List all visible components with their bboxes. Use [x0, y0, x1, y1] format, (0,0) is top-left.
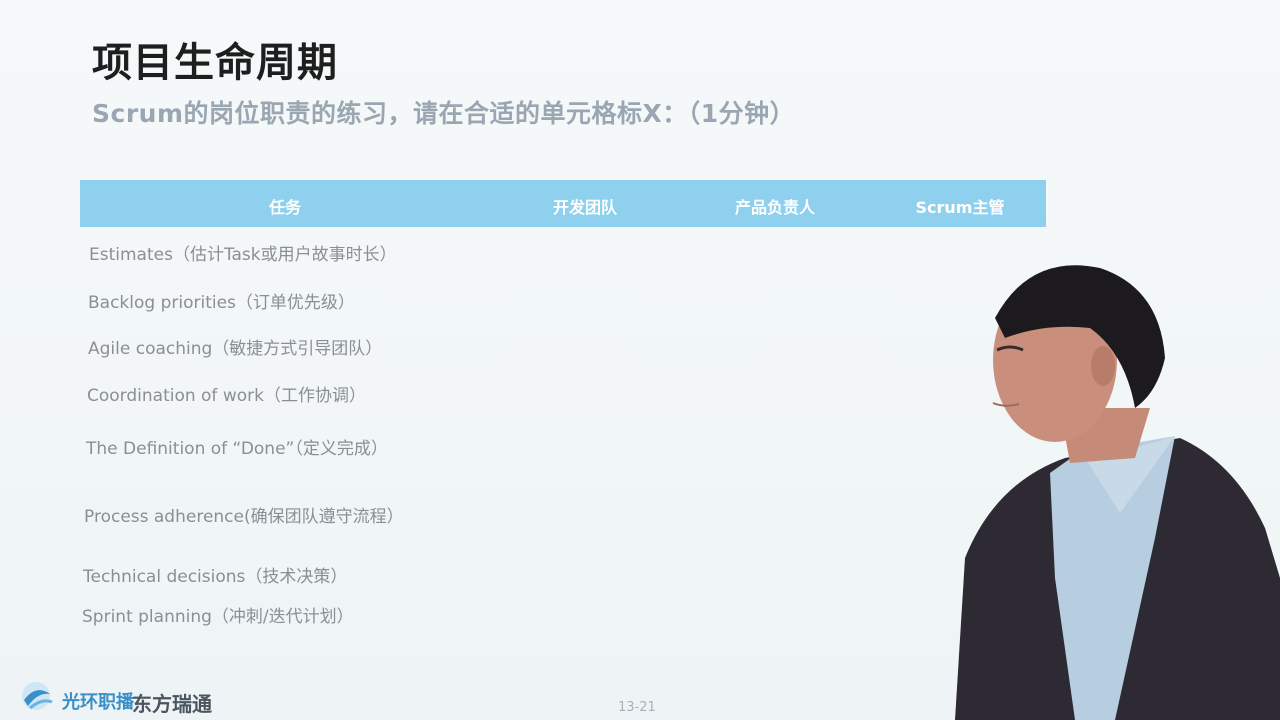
logo-text-right: 东方瑞通 [132, 692, 212, 716]
page-number: 13-21 [618, 700, 656, 715]
task-row-definition-done: The Definition of “Done”（定义完成） [86, 439, 388, 459]
task-row-backlog: Backlog priorities（订单优先级） [88, 293, 355, 313]
task-row-technical: Technical decisions（技术决策） [83, 567, 348, 587]
header-task: 任务 [268, 198, 301, 217]
company-logo-icon [22, 682, 53, 710]
task-row-sprint: Sprint planning（冲刺/迭代计划） [82, 607, 354, 627]
slide-subtitle: Scrum的岗位职责的练习，请在合适的单元格标X：（1分钟） [92, 99, 796, 128]
header-scrum-master: Scrum主管 [915, 198, 1005, 217]
task-row-coaching: Agile coaching（敏捷方式引导团队） [88, 339, 383, 359]
slide: 项目生命周期 Scrum的岗位职责的练习，请在合适的单元格标X：（1分钟） 任务… [0, 0, 1280, 720]
task-row-process: Process adherence(确保团队遵守流程） [84, 507, 404, 527]
header-dev-team: 开发团队 [552, 198, 617, 217]
task-row-estimates: Estimates（估计Task或用户故事时长） [89, 245, 397, 265]
table-header: 任务 开发团队 产品负责人 Scrum主管 [80, 180, 1046, 227]
task-row-coordination: Coordination of work（工作协调） [87, 386, 366, 406]
slide-title: 项目生命周期 [92, 40, 338, 86]
presenter-video [955, 265, 1280, 720]
logo-text-left: 光环职播 [62, 692, 134, 713]
header-product-owner: 产品负责人 [734, 198, 815, 217]
